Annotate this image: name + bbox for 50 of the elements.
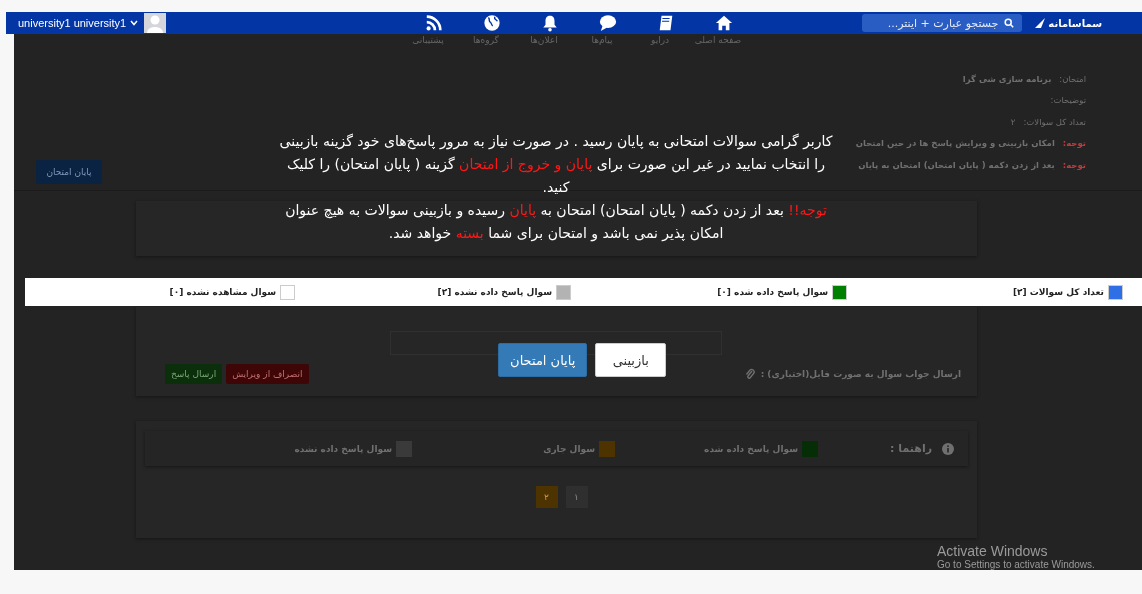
page-button[interactable]: ۲ xyxy=(535,486,558,508)
nav-label[interactable]: اعلان‌ها xyxy=(530,34,558,46)
legend-label: تعداد کل سوالات [۲] xyxy=(1012,287,1104,297)
legend-label: سوال پاسخ داده نشده [۲] xyxy=(437,287,552,297)
note-label: توجه: xyxy=(1062,138,1086,149)
paperclip-icon xyxy=(744,368,755,380)
legend-label: سوال مشاهده نشده [۰] xyxy=(169,287,276,297)
rss-icon[interactable] xyxy=(425,14,443,32)
field-label: امتحان: xyxy=(1059,73,1086,84)
legend-label: سوال پاسخ داده نشده xyxy=(294,443,392,454)
nav-label[interactable]: صفحه اصلی xyxy=(694,34,742,46)
legend-label: سوال پاسخ داده شده [۰] xyxy=(717,287,828,297)
user-name[interactable]: university1 university1 xyxy=(18,17,127,29)
submit-answer-button[interactable]: ارسال پاسخ xyxy=(165,364,223,384)
legend-label: سوال جاری xyxy=(543,443,595,454)
modal-message: کاربر گرامی سوالات امتحانی به پایان رسید . در صورت نیاز به مرور پاسخ‌های خود گزینه بازبینی را انتخاب نمایید در غیر این صورت برای پایان و خروج از امتحان گزینه ( پایان امتحان) را کلیک کنید. xyxy=(278,132,834,197)
avatar-silhouette[interactable] xyxy=(144,13,167,33)
logo-text[interactable]: سماسامانه xyxy=(1048,17,1102,29)
modal-message: توجه!! بعد از زدن دکمه ( پایان امتحان) امتحان به پایان رسیده و بازبینی سوالات به هیچ عنوان امکان پذیر نمی باشد و امتحان برای شما بسته خواهد شد. xyxy=(284,201,828,244)
finish-exam-button[interactable]: پایان امتحان xyxy=(498,343,588,377)
globe-icon[interactable] xyxy=(483,14,501,32)
home-icon[interactable] xyxy=(715,14,733,32)
nav-label[interactable]: درایو xyxy=(651,34,669,46)
legend-label: سوال پاسخ داده شده xyxy=(704,443,798,454)
nav-label[interactable]: پیام‌ها xyxy=(591,34,613,46)
cancel-edit-button[interactable]: انصراف از ویرایش xyxy=(226,364,309,384)
search-icon xyxy=(1004,18,1015,28)
logo-icon xyxy=(1034,17,1047,29)
caret-icon xyxy=(130,20,139,26)
page-button[interactable]: ۱ xyxy=(565,486,588,508)
review-button[interactable]: بازبینی xyxy=(595,343,666,377)
nav-label[interactable]: پشتیبانی xyxy=(412,34,444,46)
info-icon xyxy=(942,442,954,455)
field-label: تعداد کل سوالات: xyxy=(1023,116,1086,127)
guide-title: راهنما : xyxy=(890,442,932,455)
finish-exam-button[interactable]: پایان امتحان xyxy=(36,160,102,184)
field-label: توضیحات: xyxy=(1050,95,1086,106)
search-field[interactable]: جستجو عبارت + اینتر... xyxy=(862,14,1023,32)
note-text: امکان بازبینی و ویرایش پاسخ ها در حین امتحان xyxy=(855,138,1055,149)
activation-title: Activate Windows xyxy=(937,543,1049,559)
exam-title: برنامه سازی شی گرا xyxy=(962,73,1052,84)
book-icon[interactable] xyxy=(657,14,675,32)
nav-label[interactable]: گروه‌ها xyxy=(473,34,499,46)
bell-icon[interactable] xyxy=(541,14,559,32)
file-upload-label: ارسال جواب سوال به صورت فایل(اختیاری) : xyxy=(760,369,961,379)
speech-bubble-icon[interactable] xyxy=(599,14,617,32)
question-count: ۲ xyxy=(1010,116,1016,127)
activation-hint: Go to Settings to activate Windows. xyxy=(937,559,1095,570)
note-text: بعد از زدن دکمه ( پایان امتحان) امتحان به پایان xyxy=(858,159,1055,170)
note-label: توجه: xyxy=(1062,159,1086,170)
